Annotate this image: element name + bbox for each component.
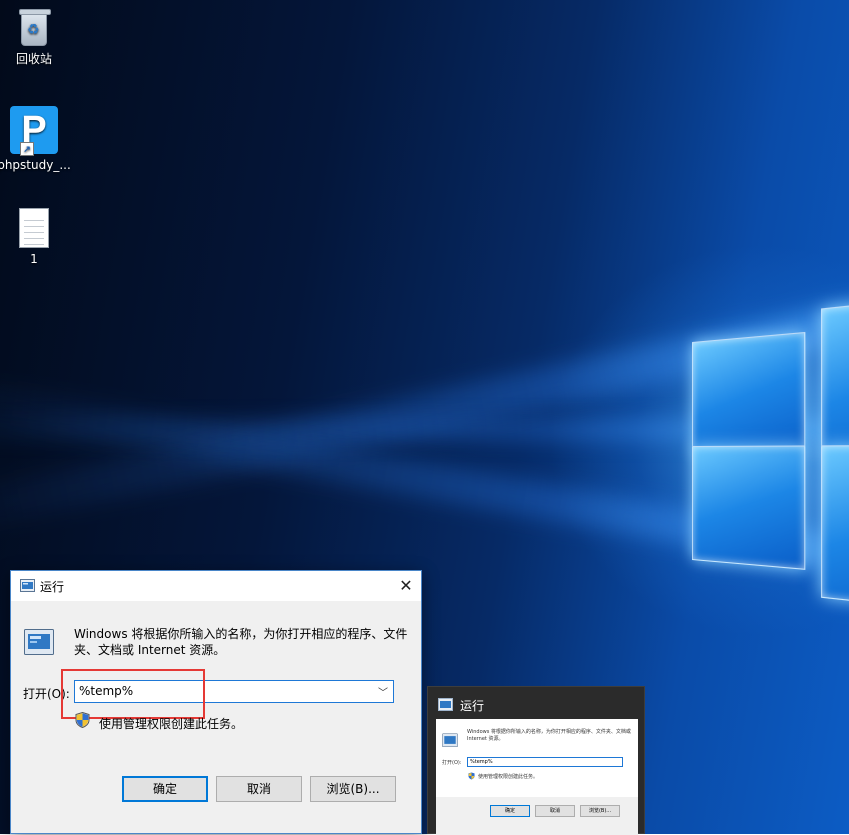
thumbnail-dialog-body: Windows 将根据你所输入的名称，为你打开相应的程序、文件夹、文档或 Int… [436, 719, 638, 797]
windows-logo-wallpaper [692, 290, 849, 616]
desktop-icon-recycle-bin[interactable]: ♻ 回收站 [0, 8, 72, 67]
phpstudy-icon: P ↗ [10, 106, 58, 156]
desktop-icon-phpstudy[interactable]: P ↗ phpstudy_... [0, 106, 72, 172]
desktop-icon-label: phpstudy_... [0, 158, 71, 172]
run-description: Windows 将根据你所输入的名称，为你打开相应的程序、文件夹、文档或 Int… [74, 627, 408, 657]
thumbnail-open-value: %temp% [470, 759, 493, 765]
dialog-titlebar[interactable]: 运行 ✕ [11, 571, 421, 601]
browse-button[interactable]: 浏览(B)... [310, 776, 396, 802]
ok-button[interactable]: 确定 [122, 776, 208, 802]
thumbnail-description: Windows 将根据你所输入的名称，为你打开相应的程序、文件夹、文档或 Int… [467, 729, 631, 742]
dialog-title: 运行 [40, 580, 65, 594]
shortcut-arrow-icon: ↗ [20, 142, 34, 156]
admin-note: 使用管理权限创建此任务。 [99, 717, 244, 731]
open-combobox[interactable]: %temp% ﹀ [74, 680, 394, 703]
run-program-icon [442, 733, 458, 747]
chevron-down-icon[interactable]: ﹀ [378, 684, 388, 699]
run-dialog: 运行 ✕ Windows 将根据你所输入的名称，为你打开相应的程序、文件夹、文档… [10, 570, 422, 834]
logo-pane [692, 445, 806, 570]
taskbar-thumbnail-preview[interactable]: 运行 Windows 将根据你所输入的名称，为你打开相应的程序、文件夹、文档或 … [427, 686, 645, 835]
open-input[interactable]: %temp% [79, 684, 133, 698]
close-button[interactable]: ✕ [391, 571, 421, 601]
text-file-icon [19, 208, 49, 248]
uac-shield-icon [75, 712, 90, 728]
uac-shield-icon [468, 772, 475, 780]
run-program-icon [24, 629, 54, 655]
thumbnail-admin-note: 使用管理权限创建此任务。 [478, 774, 539, 780]
logo-pane [821, 290, 849, 455]
open-label: 打开(O): [23, 687, 70, 701]
desktop-icon-label: 1 [30, 252, 38, 266]
desktop-icon-text-file[interactable]: 1 [0, 208, 72, 266]
thumbnail-ok-button: 确定 [490, 805, 530, 817]
close-icon: ✕ [399, 576, 413, 595]
thumbnail-title: 运行 [460, 699, 485, 713]
run-app-icon [20, 579, 35, 592]
logo-pane [692, 331, 806, 455]
cancel-button[interactable]: 取消 [216, 776, 302, 802]
desktop-icon-label: 回收站 [15, 52, 52, 66]
run-app-icon [438, 698, 453, 711]
logo-pane [821, 444, 849, 616]
thumbnail-cancel-button: 取消 [535, 805, 575, 817]
recycle-bin-icon: ♻ [19, 9, 51, 46]
thumbnail-browse-button: 浏览(B)... [580, 805, 620, 817]
thumbnail-content: Windows 将根据你所输入的名称，为你打开相应的程序、文件夹、文档或 Int… [436, 719, 638, 835]
thumbnail-open-label: 打开(O): [442, 760, 462, 766]
thumbnail-open-combobox: %temp% [467, 757, 623, 767]
